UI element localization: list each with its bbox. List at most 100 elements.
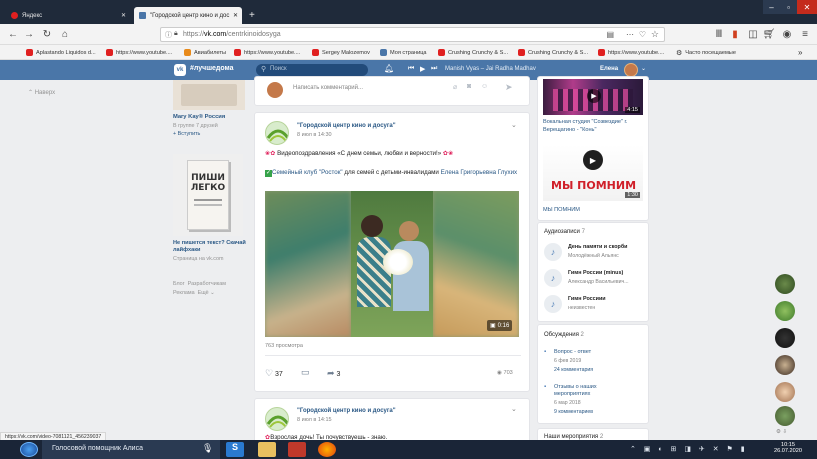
ad-title[interactable]: Mary Kay® Россия bbox=[173, 114, 225, 120]
ad-image-book[interactable]: ПИШИ ЛЕГКО bbox=[173, 154, 243, 236]
chat-avatar[interactable] bbox=[775, 382, 795, 402]
next-track-icon[interactable]: ⏭ bbox=[431, 65, 437, 73]
discussions-header[interactable]: Обсуждения 2 bbox=[544, 332, 584, 338]
chat-avatar[interactable] bbox=[775, 328, 795, 348]
ad-image-marykay[interactable] bbox=[173, 80, 245, 110]
bell-icon[interactable]: 🔔︎ bbox=[384, 64, 394, 73]
player-track[interactable]: Manish Vyas – Jai Radha Madhav bbox=[445, 66, 536, 72]
footer-link[interactable]: Разработчикам bbox=[188, 281, 226, 287]
footer-link[interactable]: Блог bbox=[173, 281, 185, 287]
group-avatar[interactable] bbox=[265, 121, 289, 145]
join-button[interactable]: + Вступить bbox=[173, 131, 200, 137]
start-button[interactable] bbox=[20, 442, 38, 457]
share-button[interactable]: ➦ 3 bbox=[327, 368, 340, 379]
reload-icon[interactable]: ↻ bbox=[40, 27, 54, 41]
alice-search[interactable]: Голосовой помощник Алиса 🎙︎ bbox=[42, 440, 220, 459]
post-date[interactable]: 8 июл в 14:15 bbox=[297, 417, 332, 423]
tray-icons[interactable]: ⌃ ▣ ◐ ⊞ ◨ ✈ ✕ ⚑ ▮ bbox=[630, 445, 748, 453]
close-icon[interactable]: ✕ bbox=[233, 12, 238, 19]
user-name[interactable]: Елена bbox=[600, 66, 618, 72]
attach-icon[interactable]: ⌀ bbox=[453, 83, 457, 91]
tab-yandex[interactable]: Яндекс ✕ bbox=[6, 7, 130, 24]
audio-header[interactable]: Аудиозаписи 7 bbox=[544, 229, 585, 235]
group-name[interactable]: "Городской центр кино и досуга" bbox=[297, 123, 396, 129]
forward-icon[interactable]: → bbox=[22, 27, 36, 41]
address-bar[interactable]: ⓘ 🔒︎ https://vk.com/centrkinoidosyga ▤ ⋯… bbox=[160, 27, 665, 42]
post-date[interactable]: 8 июл в 14:30 bbox=[297, 132, 332, 138]
bookmark-item[interactable]: ⚙ Часто посещаемые bbox=[676, 47, 736, 58]
close-window-button[interactable]: ✕ bbox=[797, 0, 817, 14]
footer-link[interactable]: Реклама bbox=[173, 290, 195, 296]
chat-avatar[interactable] bbox=[775, 301, 795, 321]
reader-icon[interactable]: ▤ bbox=[606, 30, 614, 39]
firefox-icon[interactable] bbox=[318, 442, 336, 457]
avatar[interactable] bbox=[624, 63, 638, 77]
star-icon[interactable]: ☆ bbox=[651, 29, 659, 40]
send-icon[interactable]: ➤ bbox=[505, 82, 513, 93]
group-avatar[interactable] bbox=[265, 407, 289, 431]
camera-icon[interactable]: ◙ bbox=[467, 83, 471, 90]
tab-vk[interactable]: "Городской центр кино и дос ✕ bbox=[134, 7, 242, 24]
new-tab-button[interactable]: + bbox=[244, 7, 258, 24]
more-icon[interactable]: ⋯ bbox=[626, 30, 634, 39]
smile-icon[interactable]: ☺ bbox=[481, 83, 488, 90]
bookmark-flag-icon[interactable]: ▮ bbox=[728, 27, 742, 41]
home-icon[interactable]: ⌂ bbox=[58, 27, 72, 41]
chat-settings-icon[interactable]: ⚙ ⇩ bbox=[776, 429, 787, 435]
club-link[interactable]: Семейный клуб "Росток" bbox=[272, 169, 343, 176]
bookmark-item[interactable]: Моя страница bbox=[380, 47, 427, 58]
bookmark-item[interactable]: Sergey Malozemov bbox=[312, 47, 370, 58]
author-link[interactable]: Елена Григорьевна Глухих bbox=[441, 169, 518, 176]
vk-logo-icon[interactable]: vk bbox=[174, 64, 186, 76]
bookmark-item[interactable]: Авиабилеты bbox=[184, 47, 226, 58]
comment-input[interactable]: Написать комментарий... bbox=[293, 85, 363, 91]
video-thumb[interactable]: ▶ 4:15 bbox=[543, 79, 643, 115]
footer-link[interactable]: Ещё bbox=[198, 290, 209, 296]
chevron-down-icon[interactable]: ⌄ bbox=[641, 65, 646, 72]
video-player[interactable]: ▣ 0:16 bbox=[265, 191, 519, 337]
back-icon[interactable]: ← bbox=[6, 27, 20, 41]
topic-title: Вопрос - ответ bbox=[554, 349, 592, 355]
account-icon[interactable]: ◉ bbox=[780, 27, 794, 41]
like-button[interactable]: ♡ 37 bbox=[265, 368, 283, 379]
skype-icon[interactable]: S bbox=[226, 442, 244, 457]
clock[interactable]: 10:15 26.07.2020 bbox=[768, 442, 808, 454]
chevron-down-icon[interactable]: ⌄ bbox=[511, 405, 517, 413]
bookmark-item[interactable]: Crushing Crunchy & S... bbox=[438, 47, 508, 58]
search-input[interactable]: ⚲ Поиск bbox=[256, 64, 368, 76]
video-banner: МЫ ПОМНИМ bbox=[551, 179, 637, 192]
pocket-icon[interactable]: ♡ bbox=[639, 30, 646, 39]
bookmark-item[interactable]: Crushing Crunchy & S... bbox=[518, 47, 588, 58]
scroll-top-link[interactable]: ⌃ Наверх bbox=[28, 89, 55, 96]
chat-avatar[interactable] bbox=[775, 406, 795, 426]
bookmark-item[interactable]: Aplastando Liquidos d... bbox=[26, 47, 96, 58]
chat-avatar[interactable] bbox=[775, 274, 795, 294]
prev-track-icon[interactable]: ⏮ bbox=[408, 65, 414, 73]
minimize-button[interactable]: – bbox=[763, 0, 780, 14]
video-title[interactable]: Вокальная студия "Созвездие" г. Верещаги… bbox=[543, 119, 647, 134]
ad2-title[interactable]: Не пишется текст? Скачай лайфхаки bbox=[173, 240, 248, 254]
share-icon: ➦ bbox=[327, 368, 335, 378]
more-bookmarks-icon[interactable]: » bbox=[798, 47, 802, 58]
cart-icon[interactable]: 🛒︎ bbox=[762, 27, 776, 41]
vk-logo-text[interactable]: #лучшедома bbox=[190, 65, 234, 72]
video-title[interactable]: МЫ ПОМНИМ bbox=[543, 207, 580, 213]
library-icon[interactable]: Ⅲ bbox=[712, 27, 726, 41]
comment-button[interactable]: ▭ bbox=[301, 367, 310, 378]
post-card: "Городской центр кино и досуга" 8 июл в … bbox=[254, 112, 530, 392]
play-icon[interactable]: ▶ bbox=[420, 65, 425, 73]
bookmark-item[interactable]: https://www.youtube.... bbox=[106, 47, 172, 58]
file-explorer-icon[interactable] bbox=[258, 442, 276, 457]
sidebar-icon[interactable]: ◫ bbox=[746, 27, 760, 41]
bookmark-item[interactable]: https://www.youtube.... bbox=[598, 47, 664, 58]
bookmark-item[interactable]: https://www.youtube.... bbox=[234, 47, 300, 58]
plane-icon bbox=[184, 49, 191, 56]
chevron-down-icon[interactable]: ⌄ bbox=[511, 121, 517, 129]
maximize-button[interactable]: ▫ bbox=[780, 0, 797, 14]
close-icon[interactable]: ✕ bbox=[121, 12, 126, 19]
menu-icon[interactable]: ≡ bbox=[798, 27, 812, 41]
app-icon[interactable] bbox=[288, 442, 306, 457]
group-name[interactable]: "Городской центр кино и досуга" bbox=[297, 408, 396, 414]
video-thumb[interactable]: ▶ МЫ ПОМНИМ 1:30 bbox=[543, 145, 643, 201]
chat-avatar[interactable] bbox=[775, 355, 795, 375]
